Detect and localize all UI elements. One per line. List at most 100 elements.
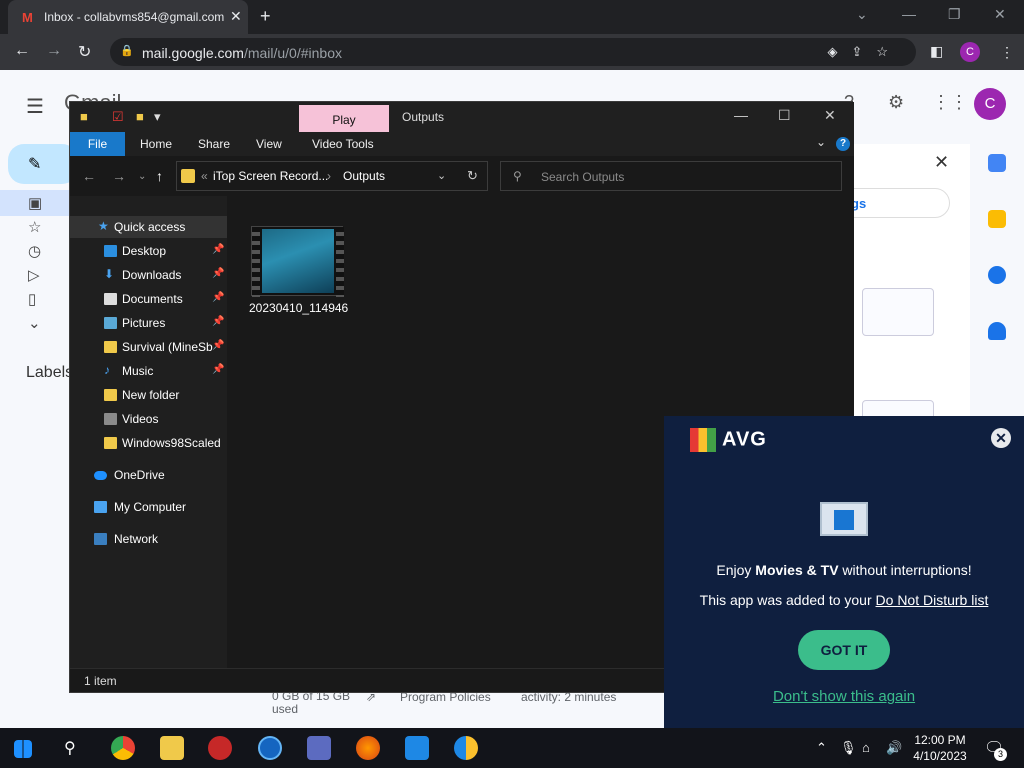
minimize-button[interactable]: — <box>734 107 748 123</box>
restore-button[interactable]: ❐ <box>948 6 961 23</box>
close-button[interactable]: ✕ <box>824 107 836 124</box>
close-window-button[interactable]: ✕ <box>994 6 1006 23</box>
contacts-icon[interactable] <box>988 322 1006 340</box>
search-outputs-input[interactable]: ⚲ Search Outputs <box>500 161 842 191</box>
shield-icon[interactable] <box>405 736 429 760</box>
clock-icon[interactable]: ◷ <box>28 242 41 260</box>
share-icon[interactable]: ⇪ <box>851 44 876 59</box>
nav-item-music[interactable]: ♪ Music 📌 <box>70 360 227 382</box>
browser-profile-avatar[interactable]: C <box>960 42 980 62</box>
customize-toolbar-icon[interactable]: ▾ <box>154 109 161 125</box>
tab-view[interactable]: View <box>256 137 282 151</box>
redcircle-icon[interactable] <box>208 736 232 760</box>
search-icon[interactable]: ⚲ <box>64 738 76 758</box>
tab-home[interactable]: Home <box>140 137 172 151</box>
nav-item-documents[interactable]: Documents 📌 <box>70 288 227 310</box>
settings-gear-icon[interactable]: ⚙ <box>888 92 904 113</box>
nav-item-survival[interactable]: Survival (MineSb 📌 <box>70 336 227 358</box>
tab-video-tools[interactable]: Video Tools <box>312 137 374 151</box>
gmail-avatar[interactable]: C <box>974 88 1006 120</box>
omnibox-actions: ◈⇪☆ <box>827 44 902 60</box>
refresh-icon[interactable]: ↻ <box>467 168 478 184</box>
close-tab-icon[interactable]: ✕ <box>230 8 242 25</box>
back-arrow-icon[interactable]: ← <box>82 168 96 184</box>
tab-search-icon[interactable]: ⌄ <box>856 6 868 23</box>
browser-toolbar: ← → ↻ 🔒 mail.google.com/mail/u/0/#inbox … <box>0 34 1024 70</box>
calendar-icon[interactable] <box>988 154 1006 172</box>
chrome-alt-icon[interactable] <box>454 736 478 760</box>
avg-logo: AVG <box>690 428 767 452</box>
bookmark-star-icon[interactable]: ☆ <box>876 44 902 59</box>
breadcrumb-overflow[interactable]: « <box>201 169 208 183</box>
keep-icon[interactable] <box>988 210 1006 228</box>
file-explorer-icon[interactable] <box>160 736 184 760</box>
draft-icon[interactable]: ▯ <box>28 290 36 308</box>
reload-icon[interactable]: ↻ <box>78 42 91 62</box>
address-box[interactable]: « iTop Screen Record... › Outputs ⌄ ↻ <box>176 161 488 191</box>
network-tray-icon[interactable]: ⌂ <box>862 740 870 755</box>
microphone-icon[interactable]: 🎙 <box>840 740 857 756</box>
new-folder-icon[interactable]: ■ <box>136 109 144 124</box>
ccleaner-icon[interactable] <box>258 736 282 760</box>
new-tab-button[interactable]: + <box>260 6 271 27</box>
nav-label: My Computer <box>114 500 187 514</box>
nav-item-new-folder[interactable]: New folder <box>70 384 227 406</box>
eye-icon[interactable]: ◈ <box>827 44 851 59</box>
recent-locations-icon[interactable]: ⌄ <box>138 171 146 182</box>
nav-item-quick-access[interactable]: ★ Quick access <box>70 216 227 238</box>
browser-tab-inbox[interactable]: M Inbox - collabvms854@gmail.com ✕ <box>8 0 248 34</box>
send-icon[interactable]: ▷ <box>28 266 40 284</box>
breadcrumb-outputs[interactable]: Outputs <box>343 169 385 183</box>
breadcrumb-separator-icon[interactable]: › <box>327 169 331 183</box>
clock-time: 12:00 PM <box>914 733 966 747</box>
maximize-button[interactable]: ☐ <box>778 107 791 124</box>
address-dropdown-icon[interactable]: ⌄ <box>437 169 446 182</box>
nav-item-onedrive[interactable]: OneDrive <box>70 464 227 486</box>
forward-arrow-icon[interactable]: → <box>112 168 126 184</box>
tab-file[interactable]: File <box>70 132 125 156</box>
documents-icon <box>104 293 117 305</box>
nav-item-downloads[interactable]: ⬇ Downloads 📌 <box>70 264 227 286</box>
sidepanel-icon[interactable]: ◧ <box>930 43 943 60</box>
movies-tv-app-icon <box>820 502 868 536</box>
browser-menu-icon[interactable]: ⋮ <box>1000 44 1014 61</box>
breadcrumb-itop[interactable]: iTop Screen Record... <box>213 169 328 183</box>
thumbnail-image <box>262 229 334 293</box>
do-not-disturb-link[interactable]: Do Not Disturb list <box>876 592 989 608</box>
nav-item-pictures[interactable]: Pictures 📌 <box>70 312 227 334</box>
nav-item-desktop[interactable]: Desktop 📌 <box>70 240 227 262</box>
start-icon[interactable] <box>14 740 32 758</box>
tab-share[interactable]: Share <box>198 137 230 151</box>
nav-item-network[interactable]: Network <box>70 528 227 550</box>
properties-icon[interactable]: ☑ <box>112 109 124 125</box>
volume-icon[interactable]: 🔊 <box>886 740 902 756</box>
got-it-button[interactable]: GOT IT <box>798 630 890 670</box>
address-bar[interactable]: 🔒 mail.google.com/mail/u/0/#inbox ◈⇪☆ <box>110 38 916 66</box>
nav-item-videos[interactable]: Videos <box>70 408 227 430</box>
forward-arrow-icon[interactable]: → <box>46 42 62 60</box>
p-app-icon[interactable] <box>307 736 331 760</box>
notification-detail: This app was added to your Do Not Distur… <box>664 592 1024 608</box>
up-arrow-icon[interactable]: ↑ <box>156 168 163 184</box>
more-chevron-icon[interactable]: ⌄ <box>28 314 41 332</box>
back-arrow-icon[interactable]: ← <box>14 42 30 60</box>
tasks-icon[interactable] <box>988 266 1006 284</box>
detail-text: This app was added to your <box>699 592 876 608</box>
compose-button[interactable]: ✎ <box>8 144 78 184</box>
star-icon[interactable]: ☆ <box>28 218 41 236</box>
minimize-button[interactable]: — <box>902 6 916 22</box>
apps-grid-icon[interactable]: ⋮⋮ <box>932 92 968 113</box>
dont-show-again-link[interactable]: Don't show this again <box>664 688 1024 705</box>
chrome-icon[interactable] <box>111 736 135 760</box>
help-icon[interactable]: ? <box>836 137 850 151</box>
nav-item-windows98scaled[interactable]: Windows98Scaled <box>70 432 227 454</box>
main-menu-icon[interactable]: ☰ <box>26 94 44 119</box>
expand-ribbon-chevron-icon[interactable]: ⌄ <box>816 135 826 149</box>
show-hidden-icons-chevron-icon[interactable]: ⌃ <box>816 740 827 756</box>
tab-play[interactable]: Play <box>299 105 389 132</box>
close-notification-button[interactable]: ✕ <box>991 428 1011 448</box>
taskbar-clock[interactable]: 12:00 PM 4/10/2023 <box>912 732 968 764</box>
nav-item-my-computer[interactable]: My Computer <box>70 496 227 518</box>
firefox-icon[interactable] <box>356 736 380 760</box>
close-panel-icon[interactable]: ✕ <box>934 152 949 173</box>
